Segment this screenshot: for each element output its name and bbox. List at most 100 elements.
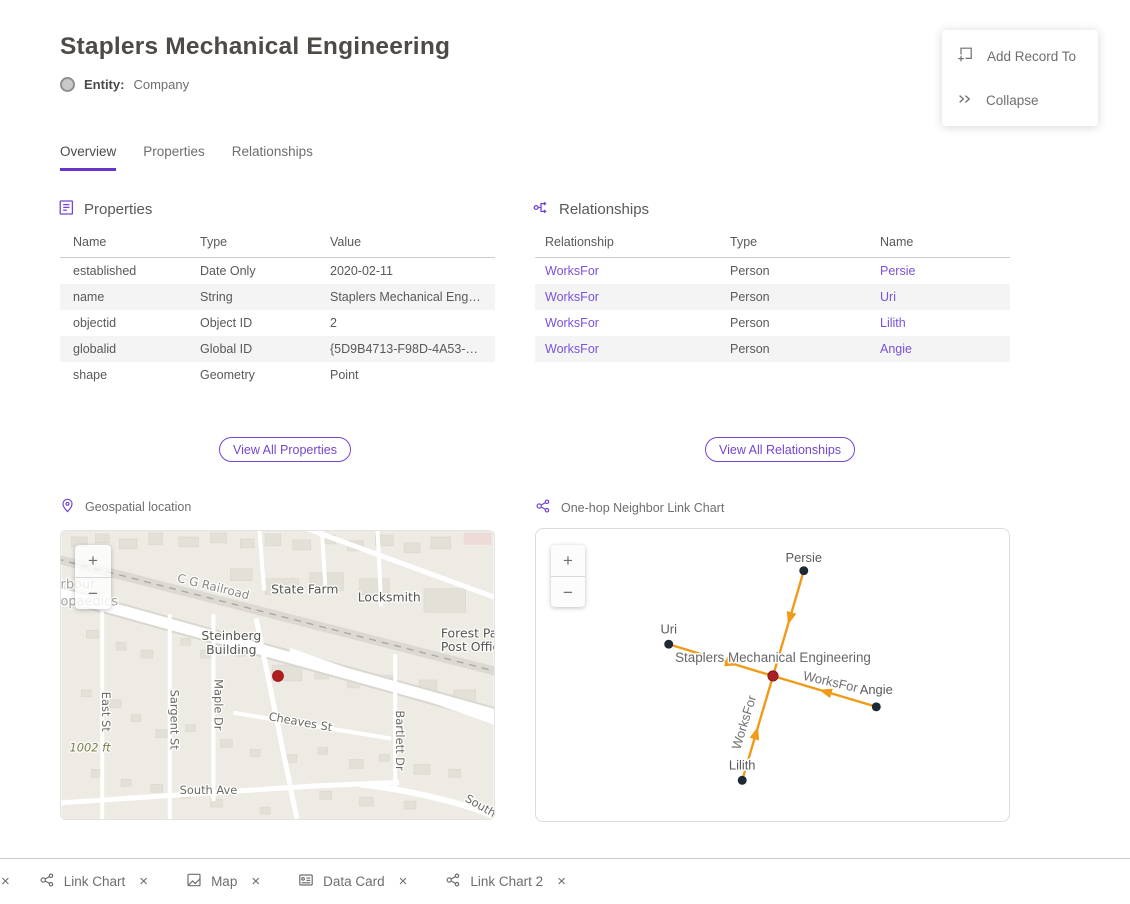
add-record-icon xyxy=(957,46,974,66)
map-zoom-in-button[interactable]: + xyxy=(75,545,111,577)
table-cell: Person xyxy=(720,258,870,285)
relationships-section-title: Relationships xyxy=(559,201,649,218)
one-hop-link-icon xyxy=(535,498,551,517)
table-cell: name xyxy=(60,284,187,310)
chart-node[interactable] xyxy=(738,776,747,785)
bottom-tab-link-chart[interactable]: Link Chart × xyxy=(39,872,148,891)
menu-item-label: Add Record To xyxy=(987,49,1076,64)
bottom-tab-link-chart-2[interactable]: Link Chart 2 × xyxy=(445,872,566,891)
tab-close-icon[interactable]: × xyxy=(399,873,408,890)
chart-node[interactable] xyxy=(799,566,808,575)
related-entity-link[interactable]: Angie xyxy=(870,336,1010,362)
table-cell: {5D9B4713-F98D-4A53-… xyxy=(317,336,495,362)
bottom-tab-data-card[interactable]: Data Card × xyxy=(298,872,407,891)
column-header: Type xyxy=(720,230,870,258)
map-label: East St xyxy=(99,692,113,732)
tab-close-icon[interactable]: × xyxy=(251,873,260,890)
map-canvas[interactable]: rbouropaedicsC G RailroadState FarmLocks… xyxy=(60,530,495,820)
link-chart-icon xyxy=(445,872,461,891)
chart-node-label: Angie xyxy=(860,682,893,697)
column-header: Relationship xyxy=(535,230,720,258)
map-area-tint xyxy=(464,533,492,545)
bottom-tab-bar: × Link Chart × Map × Data Card × Link Chart 2 × xyxy=(0,858,1130,904)
column-header: Value xyxy=(317,230,495,258)
bottom-tab-label: Link Chart xyxy=(64,874,126,889)
table-row: nameStringStaplers Mechanical Eng… xyxy=(60,284,495,310)
map-pin-icon xyxy=(60,498,75,516)
relationships-section-header: Relationships xyxy=(533,199,649,220)
table-cell: shape xyxy=(60,362,187,388)
map-label: South Ave xyxy=(180,783,238,797)
entity-row: Entity: Company xyxy=(60,77,189,92)
map-label: Sargent St xyxy=(168,690,182,751)
entity-location-marker[interactable] xyxy=(273,671,284,682)
view-all-properties-button[interactable]: View All Properties xyxy=(219,437,351,462)
menu-item-collapse[interactable]: Collapse xyxy=(942,78,1098,122)
tab-close-icon[interactable]: × xyxy=(557,873,566,890)
tab-properties[interactable]: Properties xyxy=(143,144,205,171)
table-row: WorksForPersonAngie xyxy=(535,336,1010,362)
map-label: Steinberg xyxy=(201,628,261,643)
table-cell: established xyxy=(60,258,187,285)
bottom-tab-label: Link Chart 2 xyxy=(470,874,543,889)
map-label: Building xyxy=(206,642,256,657)
chart-zoom-control: + − xyxy=(551,545,585,607)
map-label: Maple Dr xyxy=(211,679,225,731)
page-title: Staplers Mechanical Engineering xyxy=(60,33,450,61)
table-cell: Person xyxy=(720,310,870,336)
bottom-tab-label: Data Card xyxy=(323,874,385,889)
map-label: State Farm xyxy=(271,582,338,597)
table-cell: String xyxy=(187,284,317,310)
relationship-link[interactable]: WorksFor xyxy=(535,258,720,285)
menu-item-add-record-to[interactable]: Add Record To xyxy=(942,34,1098,78)
properties-section-title: Properties xyxy=(84,201,152,218)
relationship-link[interactable]: WorksFor xyxy=(535,310,720,336)
linkchart-section-title: One-hop Neighbor Link Chart xyxy=(561,501,724,515)
table-cell: Staplers Mechanical Eng… xyxy=(317,284,495,310)
map-label: Bartlett Dr xyxy=(393,710,407,771)
view-all-relationships-button[interactable]: View All Relationships xyxy=(705,437,855,462)
chart-edge-arrow xyxy=(787,611,797,625)
map-label: Post Offic xyxy=(441,639,494,654)
geospatial-section-header: Geospatial location xyxy=(60,498,191,516)
tab-close-icon[interactable]: × xyxy=(139,873,148,890)
table-cell: Person xyxy=(720,284,870,310)
table-row: WorksForPersonPersie xyxy=(535,258,1010,285)
table-cell: Object ID xyxy=(187,310,317,336)
chart-node[interactable] xyxy=(664,640,673,649)
map-zoom-out-button[interactable]: − xyxy=(75,577,111,609)
chart-center-node[interactable] xyxy=(768,671,778,681)
related-entity-link[interactable]: Uri xyxy=(870,284,1010,310)
table-row: WorksForPersonLilith xyxy=(535,310,1010,336)
chart-node[interactable] xyxy=(872,702,881,711)
entity-type-value: Company xyxy=(133,77,189,92)
relationships-table: RelationshipTypeName WorksForPersonPersi… xyxy=(535,230,1010,362)
relationship-link[interactable]: WorksFor xyxy=(535,336,720,362)
map-label: 1002 ft xyxy=(69,740,111,754)
table-cell: objectid xyxy=(60,310,187,336)
bottom-tab-label: Map xyxy=(211,874,237,889)
tab-relationships[interactable]: Relationships xyxy=(232,144,313,171)
properties-table: NameTypeValue establishedDate Only2020-0… xyxy=(60,230,495,388)
map-label: Locksmith xyxy=(358,590,421,605)
data-card-icon xyxy=(298,872,314,891)
tab-close-icon[interactable]: × xyxy=(1,873,10,890)
link-chart-canvas[interactable]: WorksForWorksForPersieUriAngieLilithStap… xyxy=(535,528,1010,822)
table-row: establishedDate Only2020-02-11 xyxy=(60,258,495,285)
chart-zoom-out-button[interactable]: − xyxy=(551,576,585,607)
tab-overview[interactable]: Overview xyxy=(60,144,116,171)
table-cell: 2 xyxy=(317,310,495,336)
card-tabs: Overview Properties Relationships xyxy=(60,144,313,171)
link-chart-icon xyxy=(39,872,55,891)
chart-edge-arrow xyxy=(819,689,833,699)
map-icon xyxy=(186,872,202,891)
relationship-link[interactable]: WorksFor xyxy=(535,284,720,310)
related-entity-link[interactable]: Persie xyxy=(870,258,1010,285)
chart-zoom-in-button[interactable]: + xyxy=(551,545,585,576)
menu-item-label: Collapse xyxy=(986,93,1039,108)
context-menu: Add Record To Collapse xyxy=(942,30,1098,126)
bottom-tab-map[interactable]: Map × xyxy=(186,872,260,891)
related-entity-link[interactable]: Lilith xyxy=(870,310,1010,336)
table-header-row: NameTypeValue xyxy=(60,230,495,258)
table-header-row: RelationshipTypeName xyxy=(535,230,1010,258)
